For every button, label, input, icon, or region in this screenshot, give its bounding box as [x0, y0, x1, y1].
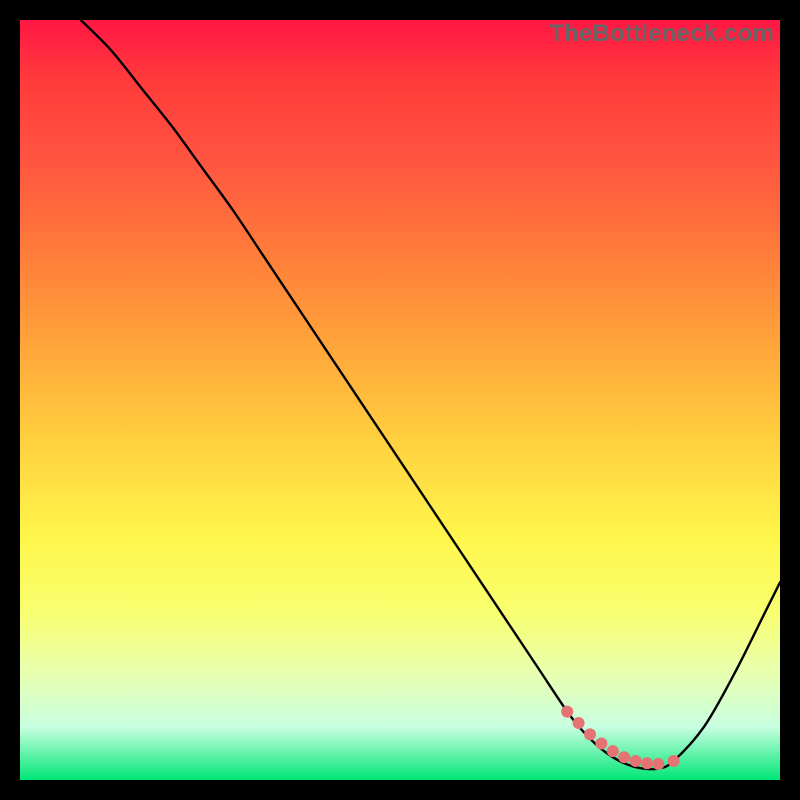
marker-dot	[607, 745, 619, 757]
marker-dot	[584, 728, 596, 740]
marker-dot	[618, 751, 630, 763]
bottleneck-curve	[81, 20, 780, 769]
marker-dot	[652, 758, 664, 770]
marker-dot	[573, 717, 585, 729]
marker-dot	[668, 755, 680, 767]
plot-area: TheBottleneck.com	[20, 20, 780, 780]
marker-dot	[630, 755, 642, 767]
chart-svg	[20, 20, 780, 780]
chart-frame: TheBottleneck.com	[0, 0, 800, 800]
marker-dot	[595, 738, 607, 750]
min-region-markers	[561, 706, 679, 770]
marker-dot	[561, 706, 573, 718]
marker-dot	[641, 757, 653, 769]
